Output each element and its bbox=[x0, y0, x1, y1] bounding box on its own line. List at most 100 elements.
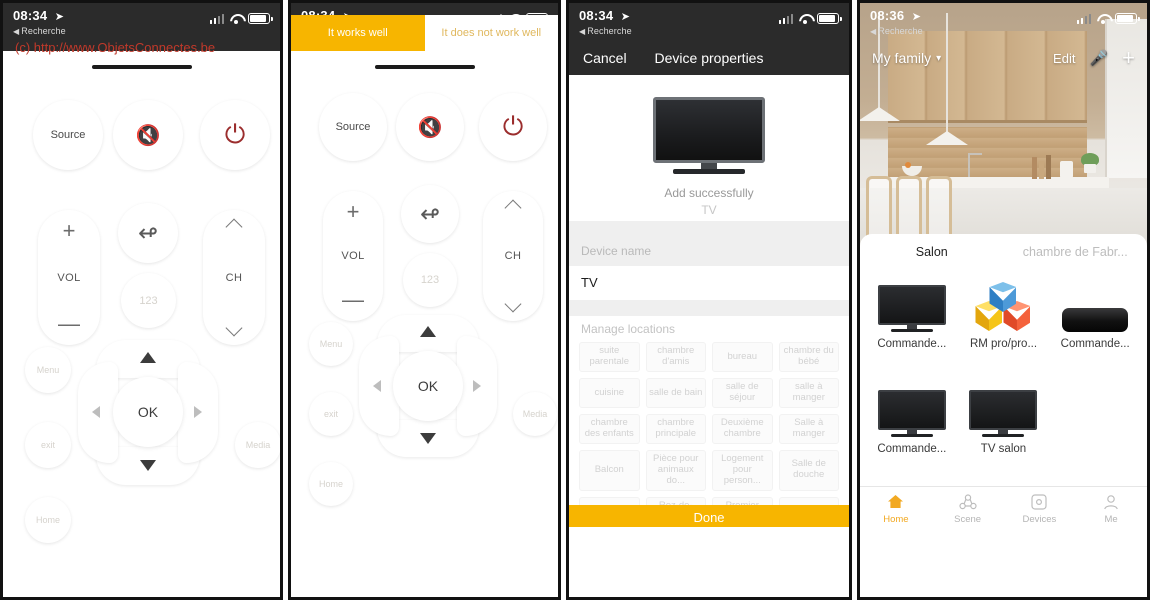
dpad[interactable]: OK bbox=[78, 340, 218, 485]
ok-button[interactable]: OK bbox=[113, 377, 183, 447]
channel-label: CH bbox=[504, 250, 522, 262]
channel-up-icon[interactable] bbox=[504, 201, 522, 211]
right-arrow-icon bbox=[194, 406, 202, 418]
section-divider-2 bbox=[569, 300, 849, 316]
location-tag[interactable]: Pièce pour animaux do... bbox=[645, 450, 706, 491]
device-label: RM pro/pro... bbox=[969, 338, 1038, 350]
it-does-not-work-well-button[interactable]: It does not work well bbox=[424, 15, 558, 51]
battery-icon bbox=[817, 13, 842, 24]
mute-icon[interactable]: 🔇 bbox=[396, 93, 464, 161]
watermark-text: (c) http://www.ObjetsConnectes.be bbox=[15, 40, 216, 55]
edit-button[interactable]: Edit bbox=[1053, 51, 1075, 66]
status-time: 08:36 bbox=[870, 8, 905, 23]
tab-me[interactable]: Me bbox=[1075, 487, 1147, 530]
tab-devices[interactable]: Devices bbox=[1004, 487, 1076, 530]
done-button[interactable]: Done bbox=[569, 504, 849, 527]
battery-icon bbox=[248, 13, 273, 24]
location-tag[interactable]: salle à manger bbox=[778, 378, 839, 408]
cancel-button[interactable]: Cancel bbox=[583, 50, 627, 66]
location-tag[interactable]: cuisine bbox=[579, 378, 640, 408]
device-cell[interactable]: TV salon bbox=[958, 381, 1050, 486]
back-triangle-icon: ◀ bbox=[13, 27, 20, 36]
volume-label: VOL bbox=[341, 250, 365, 262]
numbers-button[interactable]: 123 bbox=[403, 253, 457, 307]
plus-icon[interactable]: + bbox=[1122, 47, 1135, 69]
room-tab-salon[interactable]: Salon bbox=[860, 245, 1004, 259]
mute-icon[interactable]: 🔇 bbox=[113, 100, 183, 170]
back-arrow-icon[interactable]: ↫ bbox=[401, 185, 459, 243]
home-header: My family ▾ Edit 🎤 + bbox=[860, 41, 1147, 75]
device-cell[interactable]: Commande... bbox=[1049, 276, 1141, 381]
location-tag[interactable]: Deuxième chambre bbox=[712, 414, 773, 444]
screenshot-stage: 08:34 ➤ ◀Recherche Cancel Set1/1 Source … bbox=[0, 0, 1150, 600]
location-tag[interactable]: salle de bain bbox=[645, 378, 706, 408]
tab-home[interactable]: Home bbox=[860, 487, 932, 530]
down-arrow-icon bbox=[140, 460, 156, 471]
it-works-well-button[interactable]: It works well bbox=[291, 15, 425, 51]
home-button[interactable]: Home bbox=[309, 462, 353, 506]
device-name-label: Device name bbox=[569, 237, 849, 266]
wifi-icon bbox=[229, 13, 243, 24]
media-button[interactable]: Media bbox=[513, 392, 557, 436]
exit-button[interactable]: exit bbox=[309, 392, 353, 436]
menu-button[interactable]: Menu bbox=[309, 322, 353, 366]
channel-up-icon[interactable] bbox=[225, 220, 243, 230]
cellular-signal-icon bbox=[209, 13, 224, 24]
mic-icon[interactable]: 🎤 bbox=[1089, 49, 1108, 67]
location-tag[interactable]: Logement pour person... bbox=[712, 450, 773, 491]
location-tag[interactable]: suite parentale bbox=[579, 342, 640, 372]
channel-down-icon[interactable] bbox=[504, 301, 522, 311]
location-tag[interactable]: bureau bbox=[712, 342, 773, 372]
location-tag[interactable]: chambre des enfants bbox=[579, 414, 640, 444]
status-back-link[interactable]: ◀Recherche bbox=[13, 26, 270, 36]
volume-down-icon[interactable]: — bbox=[342, 289, 364, 311]
location-tag[interactable]: chambre principale bbox=[645, 414, 706, 444]
volume-rocker[interactable]: + VOL — bbox=[38, 210, 100, 345]
source-button[interactable]: Source bbox=[33, 100, 103, 170]
chevron-down-icon[interactable]: ▾ bbox=[936, 53, 941, 64]
right-arrow-icon bbox=[473, 380, 481, 392]
volume-down-icon[interactable]: — bbox=[58, 313, 80, 335]
device-label: TV salon bbox=[980, 443, 1027, 455]
volume-up-icon[interactable]: + bbox=[63, 220, 76, 242]
volume-up-icon[interactable]: + bbox=[347, 201, 360, 223]
location-tag[interactable]: Salle de douche bbox=[778, 450, 839, 491]
location-tag[interactable]: salle de séjour bbox=[712, 378, 773, 408]
dpad[interactable]: OK bbox=[359, 315, 497, 457]
device-name-input[interactable]: TV bbox=[569, 266, 849, 300]
power-icon[interactable]: ⏻ bbox=[200, 100, 270, 170]
device-cell[interactable]: Commande... bbox=[866, 381, 958, 486]
status-back-link[interactable]: ◀Recherche bbox=[870, 26, 1137, 36]
tab-scene[interactable]: Scene bbox=[932, 487, 1004, 530]
add-success-text: Add successfully bbox=[664, 186, 754, 200]
status-indicators bbox=[778, 13, 842, 24]
device-cell[interactable]: Commande... bbox=[866, 276, 958, 381]
location-arrow-icon: ➤ bbox=[911, 11, 921, 23]
power-icon[interactable]: ⏻ bbox=[479, 93, 547, 161]
exit-button[interactable]: exit bbox=[25, 422, 71, 468]
location-tag[interactable]: Balcon bbox=[579, 450, 640, 491]
home-icon bbox=[887, 493, 904, 511]
ok-button[interactable]: OK bbox=[393, 351, 463, 421]
device-hero: Add successfully TV bbox=[569, 75, 849, 221]
channel-down-icon[interactable] bbox=[225, 325, 243, 335]
room-tab-chambre[interactable]: chambre de Fabr... bbox=[1004, 245, 1148, 259]
home-button[interactable]: Home bbox=[25, 497, 71, 543]
status-back-link[interactable]: ◀Recherche bbox=[579, 26, 839, 36]
back-arrow-icon[interactable]: ↫ bbox=[118, 203, 178, 263]
location-tag[interactable]: chambre du bébé bbox=[778, 342, 839, 372]
location-tag[interactable]: Salle à manger bbox=[778, 414, 839, 444]
numbers-button[interactable]: 123 bbox=[121, 273, 176, 328]
cellular-signal-icon bbox=[778, 13, 793, 24]
down-arrow-icon bbox=[420, 433, 436, 444]
status-indicators bbox=[1076, 13, 1140, 24]
media-button[interactable]: Media bbox=[235, 422, 280, 468]
menu-button[interactable]: Menu bbox=[25, 347, 71, 393]
location-tag[interactable]: chambre d'amis bbox=[645, 342, 706, 372]
device-cell[interactable]: RM pro/pro... bbox=[958, 276, 1050, 381]
source-button[interactable]: Source bbox=[319, 93, 387, 161]
channel-rocker[interactable]: CH bbox=[203, 210, 265, 345]
family-selector[interactable]: My family bbox=[872, 50, 931, 66]
volume-rocker[interactable]: + VOL — bbox=[323, 191, 383, 321]
channel-rocker[interactable]: CH bbox=[483, 191, 543, 321]
